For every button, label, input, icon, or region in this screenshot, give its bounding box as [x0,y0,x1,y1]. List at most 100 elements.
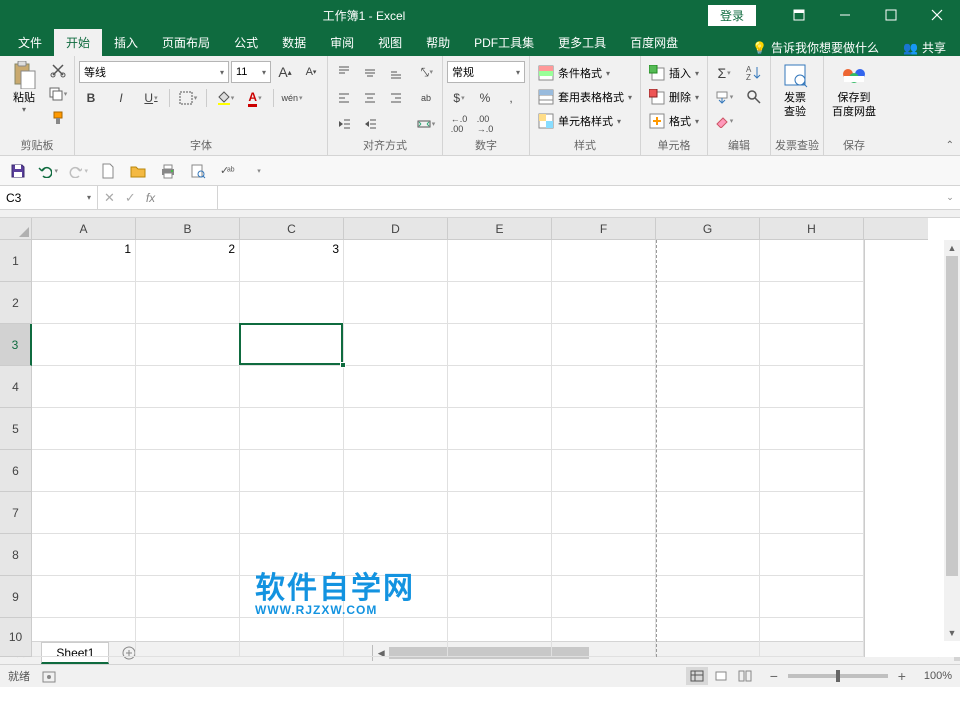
column-header-F[interactable]: F [552,218,656,240]
tab-page-layout[interactable]: 页面布局 [150,29,222,56]
tab-home[interactable]: 开始 [54,29,102,56]
font-name-combo[interactable]: 等线▾ [79,61,229,83]
collapse-ribbon-button[interactable]: ⌃ [946,140,954,151]
column-header-G[interactable]: G [656,218,760,240]
cell-F4[interactable] [552,366,656,408]
print-preview-button[interactable] [188,161,208,181]
formula-input[interactable] [218,186,940,209]
cell-F10[interactable] [552,618,656,657]
cell-C1[interactable]: 3 [240,240,344,282]
cell-H9[interactable] [760,576,864,618]
cell-G8[interactable] [656,534,760,576]
cell-F3[interactable] [552,324,656,366]
cell-E9[interactable] [448,576,552,618]
tab-view[interactable]: 视图 [366,29,414,56]
phonetic-button[interactable]: wén [280,87,304,109]
align-center-button[interactable] [358,87,382,109]
cell-A7[interactable] [32,492,136,534]
cell-C3[interactable] [240,324,344,366]
cell-C2[interactable] [240,282,344,324]
row-header-3[interactable]: 3 [0,324,32,366]
cell-H6[interactable] [760,450,864,492]
normal-view-button[interactable] [686,667,708,685]
scroll-down-button[interactable]: ▼ [944,625,960,641]
cells-container[interactable]: 123 [32,240,960,657]
save-baidu-button[interactable]: 保存到 百度网盘 [828,59,880,121]
column-header-D[interactable]: D [344,218,448,240]
cell-G10[interactable] [656,618,760,657]
cell-C9[interactable] [240,576,344,618]
cell-H5[interactable] [760,408,864,450]
row-header-5[interactable]: 5 [0,408,32,450]
cell-G9[interactable] [656,576,760,618]
cell-B3[interactable] [136,324,240,366]
cell-C7[interactable] [240,492,344,534]
tab-insert[interactable]: 插入 [102,29,150,56]
zoom-level[interactable]: 100% [924,670,952,682]
decrease-decimal-button[interactable]: .00→.0 [473,113,497,135]
cell-styles-button[interactable]: 单元格样式▾ [534,110,625,132]
cell-B10[interactable] [136,618,240,657]
redo-button[interactable] [68,161,88,181]
cell-B6[interactable] [136,450,240,492]
format-painter-button[interactable] [46,107,70,129]
page-layout-view-button[interactable] [710,667,732,685]
cell-D2[interactable] [344,282,448,324]
insert-function-button[interactable]: fx [146,191,155,205]
cell-C8[interactable] [240,534,344,576]
row-header-10[interactable]: 10 [0,618,32,657]
enter-formula-button[interactable]: ✓ [125,190,136,206]
cell-H8[interactable] [760,534,864,576]
clear-button[interactable] [712,110,736,132]
decrease-font-button[interactable]: A▾ [299,61,323,83]
insert-cells-button[interactable]: 插入▾ [645,62,703,84]
cell-A10[interactable] [32,618,136,657]
decrease-indent-button[interactable] [332,113,356,135]
align-bottom-button[interactable] [384,61,408,83]
cell-A5[interactable] [32,408,136,450]
tab-help[interactable]: 帮助 [414,29,462,56]
delete-cells-button[interactable]: 删除▾ [645,86,703,108]
cell-D7[interactable] [344,492,448,534]
fill-button[interactable] [712,86,736,108]
bold-button[interactable]: B [79,87,103,109]
format-cells-button[interactable]: 格式▾ [645,110,703,132]
column-header-A[interactable]: A [32,218,136,240]
qat-customize-button[interactable] [248,161,268,181]
number-format-combo[interactable]: 常规▾ [447,61,525,83]
column-header-C[interactable]: C [240,218,344,240]
cell-G3[interactable] [656,324,760,366]
tab-baidu-pan[interactable]: 百度网盘 [618,29,690,56]
cell-D4[interactable] [344,366,448,408]
font-size-combo[interactable]: 11▾ [231,61,271,83]
cell-H7[interactable] [760,492,864,534]
cell-H10[interactable] [760,618,864,657]
increase-indent-button[interactable] [358,113,382,135]
cell-D5[interactable] [344,408,448,450]
macro-record-button[interactable] [42,669,56,683]
cell-H3[interactable] [760,324,864,366]
find-select-button[interactable] [742,86,766,108]
cell-A4[interactable] [32,366,136,408]
cell-F6[interactable] [552,450,656,492]
cell-G4[interactable] [656,366,760,408]
align-middle-button[interactable] [358,61,382,83]
cell-H4[interactable] [760,366,864,408]
row-header-8[interactable]: 8 [0,534,32,576]
cell-H2[interactable] [760,282,864,324]
cell-G2[interactable] [656,282,760,324]
tab-data[interactable]: 数据 [270,29,318,56]
cell-G5[interactable] [656,408,760,450]
cell-G6[interactable] [656,450,760,492]
select-all-corner[interactable] [0,218,32,240]
row-header-6[interactable]: 6 [0,450,32,492]
cell-C4[interactable] [240,366,344,408]
undo-button[interactable] [38,161,58,181]
align-top-button[interactable] [332,61,356,83]
tab-pdf-tools[interactable]: PDF工具集 [462,29,546,56]
underline-button[interactable]: U [139,87,163,109]
name-box[interactable]: C3 ▾ [0,186,98,209]
zoom-in-button[interactable]: + [894,668,910,684]
cell-D6[interactable] [344,450,448,492]
font-color-button[interactable]: A [243,87,267,109]
